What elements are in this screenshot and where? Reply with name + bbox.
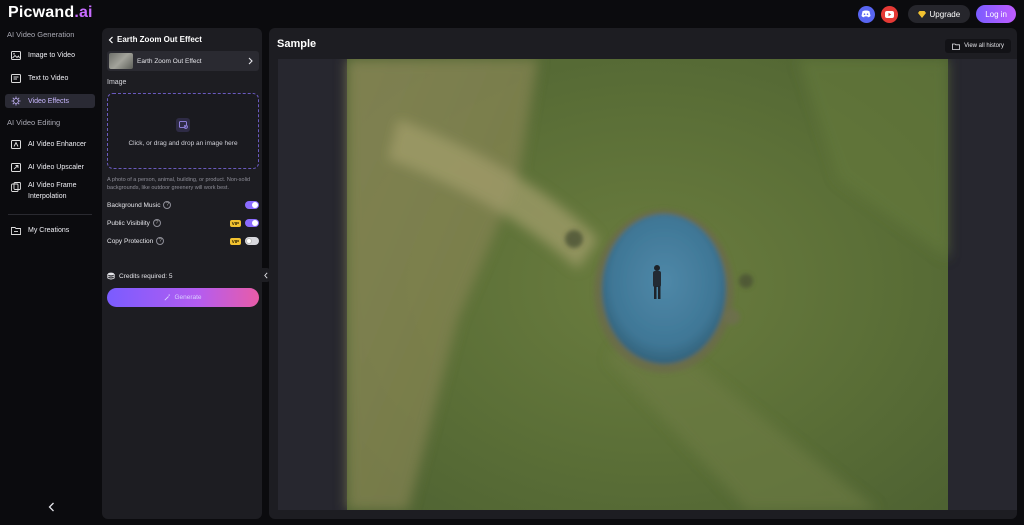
- enhance-icon: [11, 139, 21, 149]
- effect-settings-panel: Earth Zoom Out Effect Earth Zoom Out Eff…: [102, 28, 262, 519]
- help-icon[interactable]: ?: [163, 201, 172, 209]
- folder-icon: [952, 43, 960, 50]
- login-button[interactable]: Log in: [976, 5, 1016, 23]
- toggle-label: Background Music: [107, 201, 161, 209]
- credits-text: Credits required: 5: [119, 272, 173, 280]
- sample-video-frame: [278, 59, 1017, 510]
- generate-button[interactable]: Generate: [107, 288, 259, 307]
- sidebar-item-image-to-video[interactable]: Image to Video: [0, 48, 100, 62]
- brand-name: Picwand: [8, 4, 75, 21]
- brand-logo[interactable]: Picwand.ai: [8, 4, 93, 22]
- sidebar-item-label: Video Effects: [28, 97, 69, 105]
- view-history-label: View all history: [964, 43, 1004, 49]
- sidebar-item-my-creations[interactable]: My Creations: [0, 223, 100, 237]
- top-bar: Picwand.ai Upgrade Log in: [0, 0, 1024, 28]
- text-icon: [11, 73, 21, 83]
- effect-select[interactable]: Earth Zoom Out Effect: [107, 51, 259, 71]
- credits-info: Credits required: 5: [107, 272, 172, 280]
- image-upload-dropzone[interactable]: Click, or drag and drop an image here: [107, 93, 259, 169]
- sidebar-item-label: Text to Video: [28, 74, 69, 82]
- image-label: Image: [107, 79, 127, 86]
- youtube-icon: [884, 10, 894, 18]
- image-hint-text: A photo of a person, animal, building, o…: [107, 177, 251, 191]
- coins-icon: [107, 272, 115, 280]
- sidebar-item-label: AI Video Frame: [28, 182, 77, 189]
- sample-video-player[interactable]: [278, 59, 1017, 510]
- sidebar-item-video-effects[interactable]: Video Effects: [5, 94, 95, 108]
- copy-protection-toggle[interactable]: [245, 237, 259, 245]
- dropzone-text: Click, or drag and drop an image here: [128, 140, 238, 147]
- sidebar-item-ai-video-frame-interpolation[interactable]: AI Video Frame Interpolation: [0, 180, 100, 204]
- chevron-left-icon: [48, 502, 54, 512]
- folder-icon: [11, 225, 21, 235]
- toggle-row-background-music: Background Music ?: [107, 199, 259, 211]
- collapse-sidebar-button[interactable]: [45, 501, 57, 513]
- sidebar-item-label: Image to Video: [28, 51, 75, 59]
- toggle-row-copy-protection: Copy Protection ? VIP: [107, 235, 259, 247]
- sample-title: Sample: [277, 38, 317, 50]
- chevron-right-icon: [248, 57, 253, 65]
- header-actions: Upgrade Log in: [857, 5, 1016, 23]
- youtube-button[interactable]: [880, 5, 898, 23]
- vip-badge: VIP: [229, 219, 241, 227]
- upscale-icon: [11, 162, 21, 172]
- sidebar-item-label: AI Video Upscaler: [28, 163, 84, 171]
- upgrade-button[interactable]: Upgrade: [907, 5, 971, 23]
- sidebar-item-text-to-video[interactable]: Text to Video: [0, 71, 100, 85]
- generate-label: Generate: [174, 294, 202, 301]
- login-label: Log in: [985, 9, 1007, 19]
- upgrade-label: Upgrade: [929, 9, 961, 19]
- toggle-row-public-visibility: Public Visibility ? VIP: [107, 217, 259, 229]
- public-visibility-toggle[interactable]: [245, 219, 259, 227]
- frame-icon: [11, 182, 21, 192]
- effect-select-value: Earth Zoom Out Effect: [137, 57, 202, 65]
- discord-button[interactable]: [857, 5, 875, 23]
- panel-title[interactable]: Earth Zoom Out Effect: [108, 35, 202, 44]
- sidebar-item-label-line2: Interpolation: [28, 193, 67, 200]
- sidebar-item-label: My Creations: [28, 226, 70, 234]
- sidebar-item-label-group: AI Video Frame Interpolation: [28, 180, 77, 202]
- upload-image-icon: [176, 118, 190, 132]
- help-icon[interactable]: ?: [156, 237, 165, 245]
- sidebar-nav: AI Video Generation Image to Video Text …: [0, 28, 100, 525]
- nav-divider: [8, 214, 92, 215]
- vip-badge: VIP: [229, 237, 241, 245]
- panel-title-text: Earth Zoom Out Effect: [117, 35, 202, 44]
- sidebar-item-ai-video-enhancer[interactable]: AI Video Enhancer: [0, 137, 100, 151]
- sidebar-item-ai-video-upscaler[interactable]: AI Video Upscaler: [0, 160, 100, 174]
- effect-thumbnail: [109, 53, 133, 69]
- sidebar-item-label: AI Video Enhancer: [28, 140, 87, 148]
- magic-wand-icon: [164, 294, 171, 301]
- toggle-label: Public Visibility: [107, 219, 150, 227]
- back-chevron-icon: [108, 36, 113, 43]
- chevron-left-icon: [264, 272, 268, 278]
- nav-section-generation: AI Video Generation: [7, 30, 75, 39]
- sample-area: Sample View all history: [269, 28, 1017, 519]
- nav-section-editing: AI Video Editing: [7, 118, 61, 127]
- background-music-toggle[interactable]: [245, 201, 259, 209]
- view-history-button[interactable]: View all history: [945, 39, 1011, 53]
- brand-accent: .ai: [74, 4, 93, 21]
- toggle-label: Copy Protection: [107, 237, 154, 245]
- help-icon[interactable]: ?: [152, 219, 161, 227]
- diamond-icon: [917, 10, 926, 18]
- discord-icon: [861, 10, 871, 18]
- sparkle-icon: [11, 96, 21, 106]
- image-icon: [11, 50, 21, 60]
